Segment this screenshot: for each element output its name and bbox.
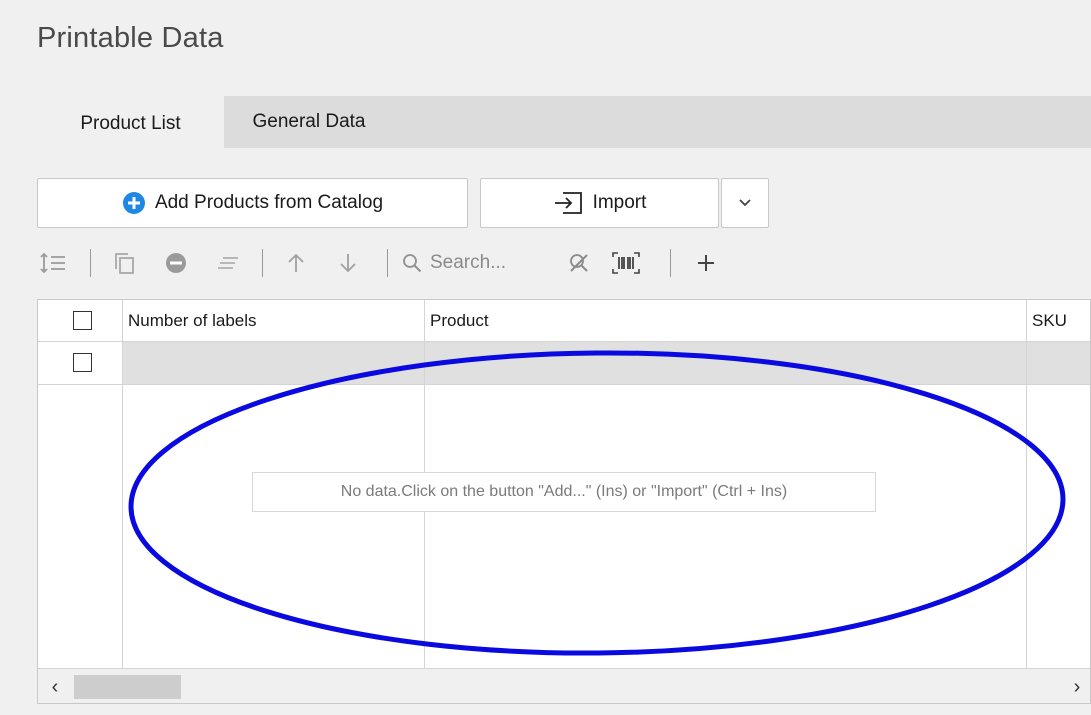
- add-products-label: Add Products from Catalog: [154, 192, 384, 213]
- chevron-down-icon: [739, 199, 751, 207]
- remove-icon[interactable]: [161, 241, 191, 285]
- search-placeholder: Search...: [430, 252, 507, 273]
- page-title: Printable Data: [37, 22, 224, 54]
- arrow-up-icon[interactable]: [281, 241, 311, 285]
- clear-filter-icon[interactable]: [564, 241, 594, 285]
- import-label: Import: [592, 192, 647, 213]
- import-dropdown-button[interactable]: [721, 178, 769, 228]
- align-icon[interactable]: [213, 241, 243, 285]
- tab-general-data[interactable]: General Data: [224, 96, 394, 148]
- select-all-checkbox[interactable]: [73, 311, 92, 330]
- scrollbar-thumb[interactable]: [74, 675, 181, 699]
- horizontal-scrollbar[interactable]: ‹ ›: [38, 668, 1090, 703]
- tab-product-list[interactable]: Product List: [37, 96, 224, 152]
- column-header-product[interactable]: Product: [430, 300, 1020, 341]
- row-checkbox[interactable]: [73, 353, 92, 372]
- column-header-number-of-labels[interactable]: Number of labels: [128, 300, 418, 341]
- tab-bar: Product List General Data: [37, 96, 1091, 152]
- add-products-button[interactable]: Add Products from Catalog: [37, 178, 468, 228]
- import-button[interactable]: Import: [480, 178, 719, 228]
- new-row-band: [122, 341, 1090, 384]
- row-height-icon[interactable]: [37, 241, 69, 285]
- import-icon: [554, 192, 582, 214]
- scroll-right-icon[interactable]: ›: [1062, 669, 1090, 703]
- column-header-sku[interactable]: SKU: [1032, 300, 1090, 341]
- search-input[interactable]: Search...: [402, 241, 567, 285]
- copy-icon[interactable]: [109, 241, 139, 285]
- barcode-icon[interactable]: [609, 241, 643, 285]
- scroll-left-icon[interactable]: ‹: [40, 669, 70, 703]
- product-grid: Number of labels Product SKU No data.Cli…: [37, 299, 1091, 704]
- empty-state-message: No data.Click on the button "Add..." (In…: [252, 472, 876, 512]
- plus-icon[interactable]: [691, 241, 721, 285]
- search-icon: [403, 254, 422, 273]
- arrow-down-icon[interactable]: [333, 241, 363, 285]
- grid-toolbar: Search...: [37, 241, 757, 285]
- plus-circle-icon: [122, 192, 145, 214]
